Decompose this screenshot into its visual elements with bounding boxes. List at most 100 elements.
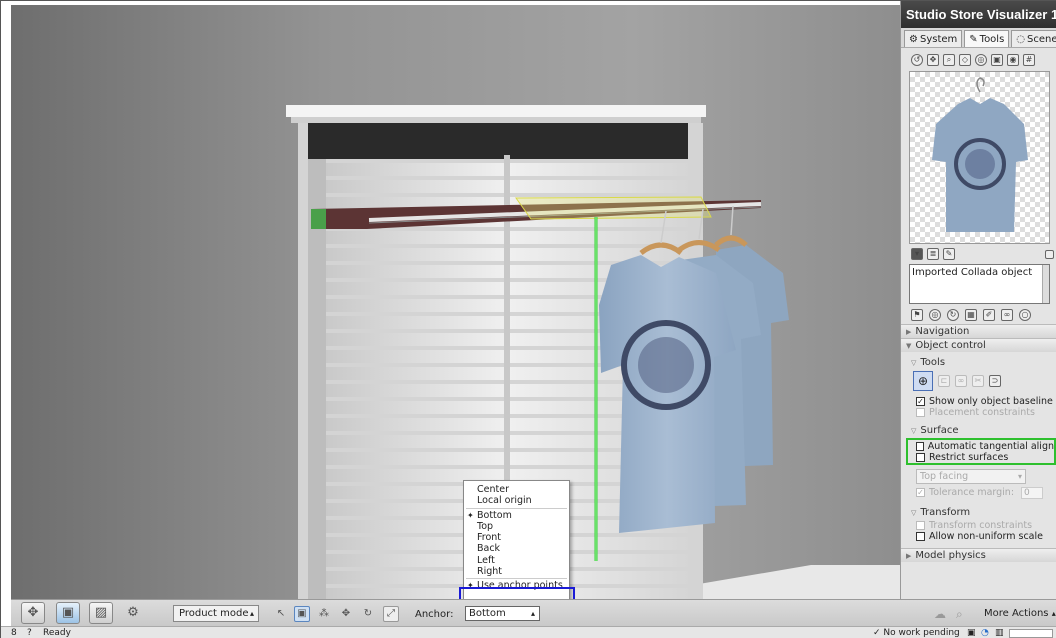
progress-bar [1009,629,1053,638]
group-icon[interactable]: ⁂ [316,606,332,622]
menu-item-right[interactable]: Right [464,566,569,577]
chevron-up-icon: ▴ [530,609,535,618]
settings-gear-icon[interactable]: ⚙ [121,602,145,624]
menu-item-top[interactable]: Top [464,521,569,532]
panel-tabs: ⚙ System ✎ Tools ◌ Scene [901,28,1056,48]
expand-arrow-icon: ▶ [906,328,912,336]
menu-item-back[interactable]: Back [464,543,569,554]
checkbox-box [916,532,925,541]
rotate-object-icon[interactable]: ↻ [360,606,376,622]
subsection-tools[interactable]: ▽ Tools [901,356,1056,370]
work-status: ✓ No work pending [873,628,960,638]
section-model-physics[interactable]: ▶ Model physics [901,548,1056,562]
checkbox-box [916,442,924,451]
surface-facing-dropdown[interactable]: Top facing ▾ [916,469,1026,484]
maximize-icon[interactable] [1045,249,1054,259]
tab-scene[interactable]: ◌ Scene [1011,30,1056,47]
tolerance-input[interactable]: 0 [1021,486,1044,499]
snap-icon[interactable]: ⊏ [938,375,950,387]
description-box[interactable]: Imported Collada object [909,264,1050,304]
placement-constraints-checkbox[interactable]: Placement constraints [901,407,1056,418]
chevron-down-icon: ▾ [1017,472,1022,481]
zoom-icon[interactable]: ⌕ [943,54,955,66]
check-icon: ✓ [873,628,881,638]
edit-icon[interactable]: ✎ [943,248,955,260]
reset-icon[interactable]: ↺ [911,54,923,66]
more-actions-button[interactable]: More Actions ▴ [984,608,1056,619]
checkmark-icon: ✦ [467,510,474,520]
scale-icon[interactable]: ⤢ [383,606,399,622]
show-baseline-checkbox[interactable]: ✓ Show only object baseline [901,396,1056,407]
rotate-icon[interactable]: ↻ [947,309,959,321]
pan-icon[interactable]: ⊃ [989,375,1001,387]
tab-system[interactable]: ⚙ System [904,30,963,47]
menu-item-bottom[interactable]: ✦ Bottom [464,510,569,521]
menu-item-left[interactable]: Left [464,555,569,566]
frame-icon[interactable]: ▣ [991,54,1003,66]
subsection-surface[interactable]: ▽ Surface [901,424,1056,438]
move-axes-icon[interactable]: ✥ [338,606,354,622]
hatch-icon[interactable]: ▦ [965,309,977,321]
checkbox-box [916,521,925,530]
collapse-arrow-icon: ▼ [906,342,912,350]
section-navigation[interactable]: ▶ Navigation [901,324,1056,338]
expand-arrow-icon: ▶ [906,552,912,560]
left-margin [1,1,11,638]
pointer-icon[interactable]: ↖ [273,606,289,622]
help-icon[interactable]: ? [27,627,32,638]
camera-icon[interactable]: ◉ [1007,54,1019,66]
app-window: Studio Store Visualizer 14 ⚙ System ✎ Tool… [0,0,1056,638]
checkbox-box: ✓ [916,397,925,406]
menu-item-center[interactable]: Center [464,484,569,495]
product-thumbnail [909,71,1050,244]
collapse-arrow-icon: ▽ [911,509,917,517]
place-object-icon[interactable]: ▣ [294,606,310,622]
section-object-control[interactable]: ▼ Object control [901,338,1056,352]
transform-constraints-checkbox[interactable]: Transform constraints [901,520,1056,531]
auto-tangential-checkbox[interactable]: Automatic tangential align [908,441,1054,452]
circle-icon[interactable]: ◎ [975,54,987,66]
flag-icon[interactable]: ⚑ [911,309,923,321]
chevron-up-icon: ▴ [1051,609,1056,618]
grid-icon[interactable]: # [1023,54,1035,66]
chain-icon[interactable]: ∞ [955,375,967,387]
non-uniform-scale-checkbox[interactable]: Allow non-uniform scale [901,531,1056,542]
paint-bucket-icon[interactable]: ▾ [911,248,923,260]
chart-icon[interactable]: ▥ [995,627,1004,638]
anchor-label: Anchor: [415,609,454,620]
restrict-surfaces-checkbox[interactable]: Restrict surfaces [908,452,1054,463]
checkbox-box [916,408,925,417]
save-icon[interactable]: ▣ [967,627,976,638]
cube-icon[interactable]: ◇ [959,54,971,66]
status-bar: 8 ? Ready ✓ No work pending ▣ ◔ ▥ [1,626,1056,638]
navigate-icon[interactable]: ✥ [21,602,45,624]
image-icon[interactable]: ▨ [89,602,113,624]
menu-item-front[interactable]: Front [464,532,569,543]
menu-item-local-origin[interactable]: Local origin [464,495,569,506]
refresh-icon[interactable]: ◔ [981,627,989,638]
collapse-arrow-icon: ▽ [911,359,917,367]
object-mode-icon[interactable]: ▣ [56,602,80,624]
tolerance-margin-checkbox[interactable]: ✓ Tolerance margin: 0 [901,486,1056,499]
anchor-tool-icon[interactable]: ⊕ [913,371,933,391]
ring-icon[interactable]: ○ [1019,309,1031,321]
layers-icon[interactable]: ≣ [927,248,939,260]
brush-icon[interactable]: ✐ [983,309,995,321]
view-toolbar: ↺ ✥ ⌕ ◇ ◎ ▣ ◉ # [901,51,1056,69]
scene-render [11,5,900,599]
cloud-icon[interactable]: ☁ [934,607,946,621]
surface-highlight-box: Automatic tangential align Restrict surf… [906,438,1056,465]
move-icon[interactable]: ✥ [927,54,939,66]
menu-separator [466,578,567,580]
panel-title: Studio Store Visualizer 14 [901,1,1056,28]
scissors-icon[interactable]: ✂ [972,375,984,387]
subsection-transform[interactable]: ▽ Transform [901,506,1056,520]
link-icon[interactable]: ∞ [1001,309,1013,321]
mode-select[interactable]: Product mode ▴ [173,605,259,622]
description-scrollbar[interactable] [1042,265,1049,303]
search-scene-icon[interactable]: ⌕ [956,607,963,622]
target-icon[interactable]: ◎ [929,309,941,321]
tab-tools[interactable]: ✎ Tools [964,30,1010,47]
3d-viewport[interactable] [11,5,900,599]
anchor-select[interactable]: Bottom ▴ [465,606,540,621]
